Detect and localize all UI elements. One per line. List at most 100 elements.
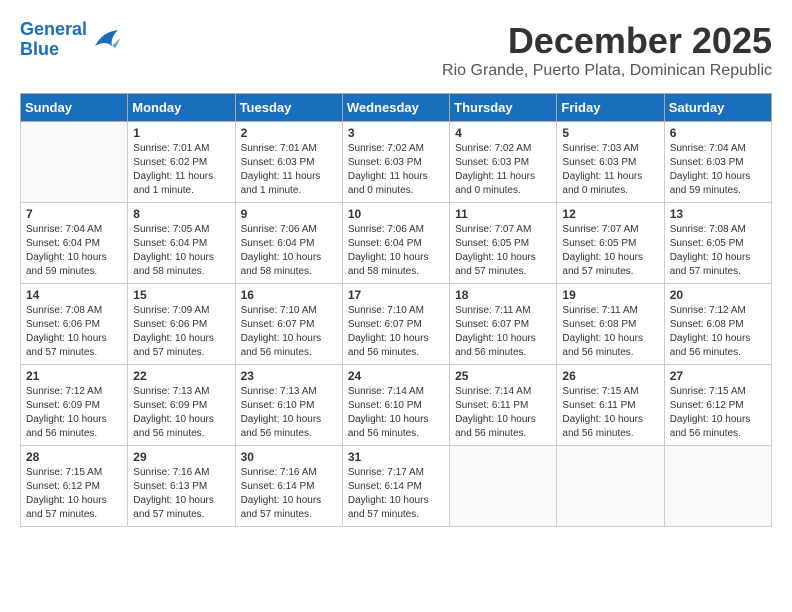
calendar-cell: 26Sunrise: 7:15 AM Sunset: 6:11 PM Dayli… [557, 365, 664, 446]
calendar-cell: 15 Sunrise: 7:09 AM Sunset: 6:06 PM Dayli… [128, 284, 235, 365]
logo-line2: Blue [20, 39, 59, 59]
calendar-week-3: 14Sunrise: 7:08 AM Sunset: 6:06 PM Dayli… [21, 284, 772, 365]
day-info: Sunrise: 7:06 AM Sunset: 6:04 PM Dayligh… [241, 223, 337, 279]
day-info: Sunrise: 7:16 AM Sunset: 6:14 PM Dayligh… [241, 466, 337, 522]
day-number: 22 [133, 369, 229, 383]
calendar-cell: 19 Sunrise: 7:11 AM Sunset: 6:08 PM Dayli… [557, 284, 664, 365]
day-number: 26 [562, 369, 658, 383]
day-number: 10 [348, 207, 444, 221]
day-info: Sunrise: 7:03 AM Sunset: 6:03 PM Dayligh… [562, 142, 658, 198]
day-number: 27 [670, 369, 766, 383]
calendar-cell [21, 122, 128, 203]
day-info: Sunrise: 7:07 AM Sunset: 6:05 PM Dayligh… [562, 223, 658, 279]
day-number: 3 [348, 126, 444, 140]
day-info: Sunrise: 7:10 AM Sunset: 6:07 PM Dayligh… [348, 304, 444, 360]
day-number: 18 [455, 288, 551, 302]
day-info: Sunrise: 7:11 AM Sunset: 6:08 PM Dayligh… [562, 304, 658, 360]
day-info: Sunrise: 7:05 AM Sunset: 6:04 PM Dayligh… [133, 223, 229, 279]
calendar-cell: 3 Sunrise: 7:02 AM Sunset: 6:03 PM Daylig… [342, 122, 449, 203]
calendar-cell: 28 Sunrise: 7:15 AM Sunset: 6:12 PM Dayli… [21, 446, 128, 527]
day-info: Sunrise: 7:01 AM Sunset: 6:02 PM Dayligh… [133, 142, 229, 198]
day-number: 21 [26, 369, 122, 383]
day-number: 20 [670, 288, 766, 302]
day-info: Sunrise: 7:04 AM Sunset: 6:03 PM Dayligh… [670, 142, 766, 198]
day-info: Sunrise: 7:15 AM Sunset: 6:12 PM Dayligh… [26, 466, 122, 522]
day-number: 17 [348, 288, 444, 302]
day-info: Sunrise: 7:09 AM Sunset: 6:06 PM Dayligh… [133, 304, 229, 360]
calendar-cell: 5 Sunrise: 7:03 AM Sunset: 6:03 PM Daylig… [557, 122, 664, 203]
day-info: Sunrise: 7:17 AM Sunset: 6:14 PM Dayligh… [348, 466, 444, 522]
calendar-cell: 29Sunrise: 7:16 AM Sunset: 6:13 PM Dayli… [128, 446, 235, 527]
calendar-cell: 4 Sunrise: 7:02 AM Sunset: 6:03 PM Daylig… [450, 122, 557, 203]
day-number: 13 [670, 207, 766, 221]
day-number: 28 [26, 450, 122, 464]
calendar-cell: 13 Sunrise: 7:08 AM Sunset: 6:05 PM Dayli… [664, 203, 771, 284]
calendar-cell: 21 Sunrise: 7:12 AM Sunset: 6:09 PM Dayli… [21, 365, 128, 446]
weekday-header-tuesday: Tuesday [235, 94, 342, 122]
calendar-cell: 20 Sunrise: 7:12 AM Sunset: 6:08 PM Dayli… [664, 284, 771, 365]
day-info: Sunrise: 7:02 AM Sunset: 6:03 PM Dayligh… [455, 142, 551, 198]
day-info: Sunrise: 7:13 AM Sunset: 6:09 PM Dayligh… [133, 385, 229, 441]
day-number: 7 [26, 207, 122, 221]
day-number: 19 [562, 288, 658, 302]
day-number: 5 [562, 126, 658, 140]
day-info: Sunrise: 7:02 AM Sunset: 6:03 PM Dayligh… [348, 142, 444, 198]
calendar-cell: 23 Sunrise: 7:13 AM Sunset: 6:10 PM Dayli… [235, 365, 342, 446]
title-section: December 2025 Rio Grande, Puerto Plata, … [442, 20, 772, 80]
calendar-cell: 8 Sunrise: 7:05 AM Sunset: 6:04 PM Daylig… [128, 203, 235, 284]
day-info: Sunrise: 7:13 AM Sunset: 6:10 PM Dayligh… [241, 385, 337, 441]
calendar-cell: 2 Sunrise: 7:01 AM Sunset: 6:03 PM Daylig… [235, 122, 342, 203]
weekday-header-wednesday: Wednesday [342, 94, 449, 122]
calendar-cell [664, 446, 771, 527]
day-number: 1 [133, 126, 229, 140]
calendar-cell: 14Sunrise: 7:08 AM Sunset: 6:06 PM Dayli… [21, 284, 128, 365]
location-title: Rio Grande, Puerto Plata, Dominican Repu… [442, 62, 772, 80]
logo: General Blue [20, 20, 120, 60]
day-info: Sunrise: 7:11 AM Sunset: 6:07 PM Dayligh… [455, 304, 551, 360]
day-number: 11 [455, 207, 551, 221]
day-number: 9 [241, 207, 337, 221]
day-info: Sunrise: 7:08 AM Sunset: 6:05 PM Dayligh… [670, 223, 766, 279]
calendar-week-1: 1 Sunrise: 7:01 AM Sunset: 6:02 PM Daylig… [21, 122, 772, 203]
calendar-week-4: 21 Sunrise: 7:12 AM Sunset: 6:09 PM Dayli… [21, 365, 772, 446]
day-number: 6 [670, 126, 766, 140]
calendar-week-5: 28 Sunrise: 7:15 AM Sunset: 6:12 PM Dayli… [21, 446, 772, 527]
day-number: 4 [455, 126, 551, 140]
month-title: December 2025 [442, 20, 772, 62]
day-number: 23 [241, 369, 337, 383]
calendar-cell: 9 Sunrise: 7:06 AM Sunset: 6:04 PM Daylig… [235, 203, 342, 284]
calendar-cell: 16 Sunrise: 7:10 AM Sunset: 6:07 PM Dayli… [235, 284, 342, 365]
logo-line1: General [20, 19, 87, 39]
calendar-cell: 1 Sunrise: 7:01 AM Sunset: 6:02 PM Daylig… [128, 122, 235, 203]
weekday-header-sunday: Sunday [21, 94, 128, 122]
logo-bird-icon [90, 28, 120, 52]
day-number: 15 [133, 288, 229, 302]
day-number: 2 [241, 126, 337, 140]
day-info: Sunrise: 7:10 AM Sunset: 6:07 PM Dayligh… [241, 304, 337, 360]
day-info: Sunrise: 7:07 AM Sunset: 6:05 PM Dayligh… [455, 223, 551, 279]
day-number: 29 [133, 450, 229, 464]
calendar-cell: 27 Sunrise: 7:15 AM Sunset: 6:12 PM Dayli… [664, 365, 771, 446]
calendar-cell: 22 Sunrise: 7:13 AM Sunset: 6:09 PM Dayli… [128, 365, 235, 446]
calendar-cell: 24Sunrise: 7:14 AM Sunset: 6:10 PM Dayli… [342, 365, 449, 446]
day-info: Sunrise: 7:01 AM Sunset: 6:03 PM Dayligh… [241, 142, 337, 198]
day-info: Sunrise: 7:15 AM Sunset: 6:12 PM Dayligh… [670, 385, 766, 441]
day-info: Sunrise: 7:14 AM Sunset: 6:11 PM Dayligh… [455, 385, 551, 441]
day-info: Sunrise: 7:12 AM Sunset: 6:08 PM Dayligh… [670, 304, 766, 360]
calendar-cell: 31 Sunrise: 7:17 AM Sunset: 6:14 PM Dayli… [342, 446, 449, 527]
day-info: Sunrise: 7:08 AM Sunset: 6:06 PM Dayligh… [26, 304, 122, 360]
day-number: 31 [348, 450, 444, 464]
calendar-cell [557, 446, 664, 527]
day-number: 12 [562, 207, 658, 221]
day-info: Sunrise: 7:12 AM Sunset: 6:09 PM Dayligh… [26, 385, 122, 441]
day-info: Sunrise: 7:14 AM Sunset: 6:10 PM Dayligh… [348, 385, 444, 441]
day-number: 25 [455, 369, 551, 383]
calendar-cell: 25 Sunrise: 7:14 AM Sunset: 6:11 PM Dayli… [450, 365, 557, 446]
calendar-cell: 10Sunrise: 7:06 AM Sunset: 6:04 PM Dayli… [342, 203, 449, 284]
day-number: 8 [133, 207, 229, 221]
calendar-table: SundayMondayTuesdayWednesdayThursdayFrid… [20, 93, 772, 527]
day-number: 16 [241, 288, 337, 302]
calendar-cell: 11 Sunrise: 7:07 AM Sunset: 6:05 PM Dayli… [450, 203, 557, 284]
calendar-cell: 18 Sunrise: 7:11 AM Sunset: 6:07 PM Dayli… [450, 284, 557, 365]
calendar-cell: 30Sunrise: 7:16 AM Sunset: 6:14 PM Dayli… [235, 446, 342, 527]
